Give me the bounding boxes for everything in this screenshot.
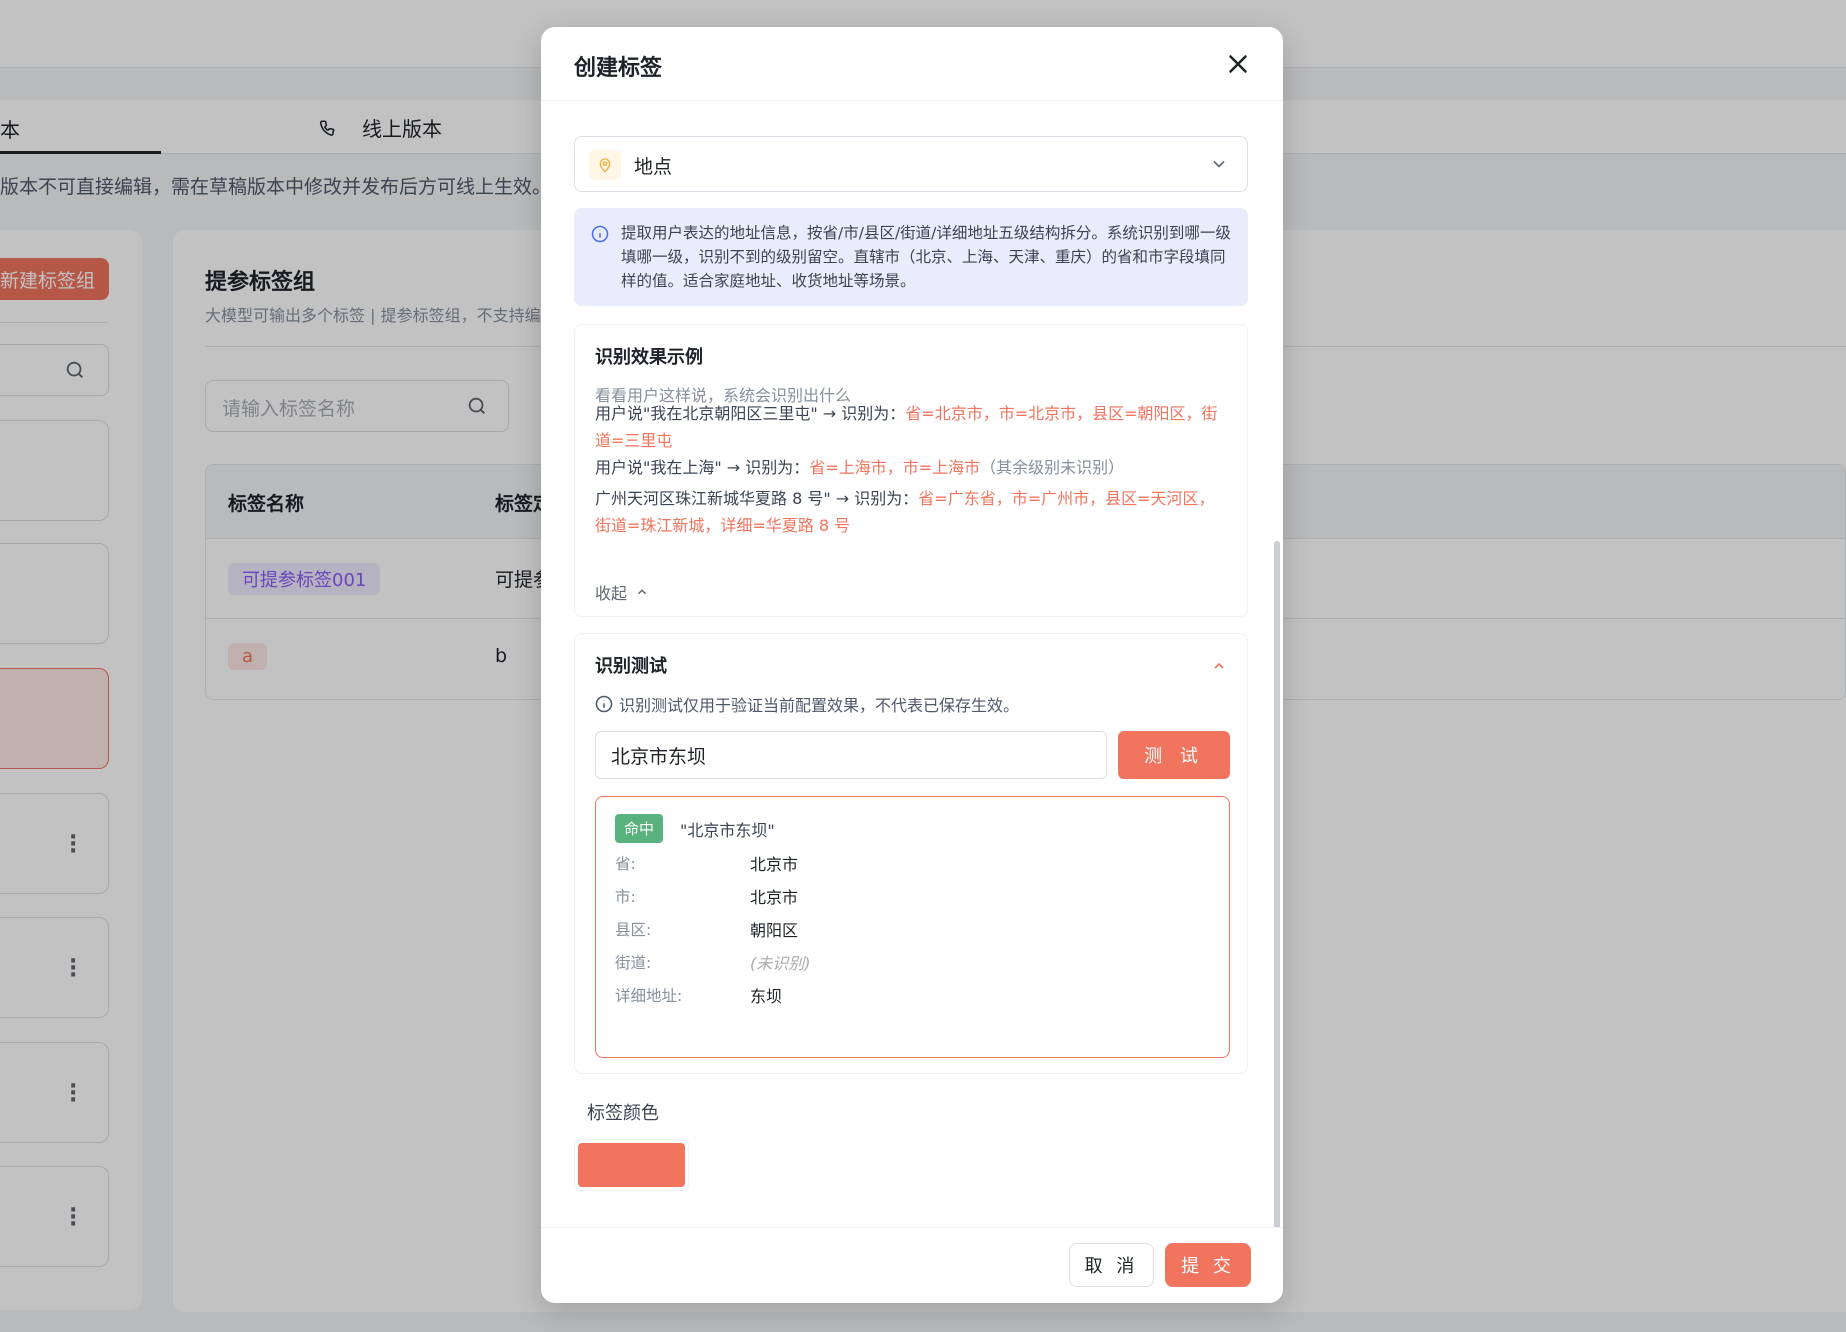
example-note: （其余级别未识别） — [980, 458, 1125, 477]
hit-query: "北京市东坝" — [680, 821, 775, 840]
hit-badge: 命中 — [615, 814, 664, 843]
tag-type-value: 地点 — [634, 156, 673, 178]
example-result: 省=上海市，市=上海市 — [809, 458, 981, 477]
collapse-examples-button[interactable]: 收起 — [595, 580, 649, 604]
cancel-button[interactable]: 取 消 — [1069, 1243, 1154, 1287]
field-value: 北京市 — [750, 855, 799, 874]
examples-card: 识别效果示例 看看用户这样说，系统会识别出什么 用户说"我在北京朝阳区三里屯" … — [574, 324, 1248, 617]
test-note-text: 识别测试仅用于验证当前配置效果，不代表已保存生效。 — [619, 696, 1020, 715]
scrollbar[interactable] — [1274, 541, 1280, 1251]
example-input: 用户说"我在北京朝阳区三里屯" → 识别为： — [595, 404, 906, 423]
dialog-footer: 取 消 提 交 — [541, 1227, 1283, 1303]
field-value: (未识别) — [750, 954, 811, 973]
field-value: 朝阳区 — [750, 921, 799, 940]
color-label: 标签颜色 — [587, 1103, 659, 1124]
example-input: 用户说"我在上海" → 识别为： — [595, 458, 810, 477]
chevron-up-icon[interactable] — [1211, 658, 1227, 674]
field-label: 街道: — [615, 954, 652, 972]
create-tag-dialog: 创建标签 地点 提取用户表达的地址信息，按省/市/县区/街道/详细地址五级结构拆… — [541, 27, 1283, 1303]
field-label: 市: — [615, 888, 636, 906]
field-value: 东坝 — [750, 987, 783, 1006]
info-icon — [591, 225, 609, 243]
test-result: 命中 "北京市东坝" 省: 北京市 市: 北京市 县区: 朝阳区 街道: (未识… — [595, 796, 1230, 1058]
test-button[interactable]: 测 试 — [1118, 731, 1230, 779]
tag-type-select[interactable]: 地点 — [574, 136, 1248, 192]
chevron-down-icon — [1213, 160, 1225, 168]
collapse-label: 收起 — [595, 584, 628, 603]
example-item: 广州天河区珠江新城华夏路 8 号" → 识别为：省=广东省，市=广州市，县区=天… — [595, 485, 1229, 539]
submit-button[interactable]: 提 交 — [1165, 1243, 1251, 1287]
dialog-title: 创建标签 — [574, 56, 663, 81]
dialog-body[interactable]: 地点 提取用户表达的地址信息，按省/市/县区/街道/详细地址五级结构拆分。系统识… — [541, 101, 1283, 1255]
field-label: 详细地址: — [615, 987, 683, 1005]
color-preview[interactable] — [574, 1139, 689, 1191]
location-pin-icon — [589, 150, 621, 180]
dialog-header: 创建标签 — [541, 27, 1283, 101]
field-label: 省: — [615, 855, 636, 873]
selected-color-swatch — [578, 1143, 685, 1187]
type-description-text: 提取用户表达的地址信息，按省/市/县区/街道/详细地址五级结构拆分。系统识别到哪… — [621, 224, 1231, 290]
example-item: 用户说"我在北京朝阳区三里屯" → 识别为：省=北京市，市=北京市，县区=朝阳区… — [595, 400, 1229, 454]
test-note: 识别测试仅用于验证当前配置效果，不代表已保存生效。 — [595, 692, 1019, 716]
example-input: 广州天河区珠江新城华夏路 8 号" → 识别为： — [595, 489, 919, 508]
recognition-test-card: 识别测试 识别测试仅用于验证当前配置效果，不代表已保存生效。 测 试 命中 "北… — [574, 633, 1248, 1074]
chevron-up-icon — [638, 589, 647, 595]
example-item: 用户说"我在上海" → 识别为：省=上海市，市=上海市（其余级别未识别） — [595, 454, 1229, 481]
field-label: 县区: — [615, 921, 652, 939]
test-title: 识别测试 — [595, 656, 667, 677]
test-input[interactable] — [595, 731, 1107, 779]
close-icon[interactable] — [1223, 49, 1253, 79]
type-description: 提取用户表达的地址信息，按省/市/县区/街道/详细地址五级结构拆分。系统识别到哪… — [574, 208, 1248, 306]
info-icon — [595, 695, 613, 713]
field-value: 北京市 — [750, 888, 799, 907]
examples-title: 识别效果示例 — [595, 347, 703, 368]
